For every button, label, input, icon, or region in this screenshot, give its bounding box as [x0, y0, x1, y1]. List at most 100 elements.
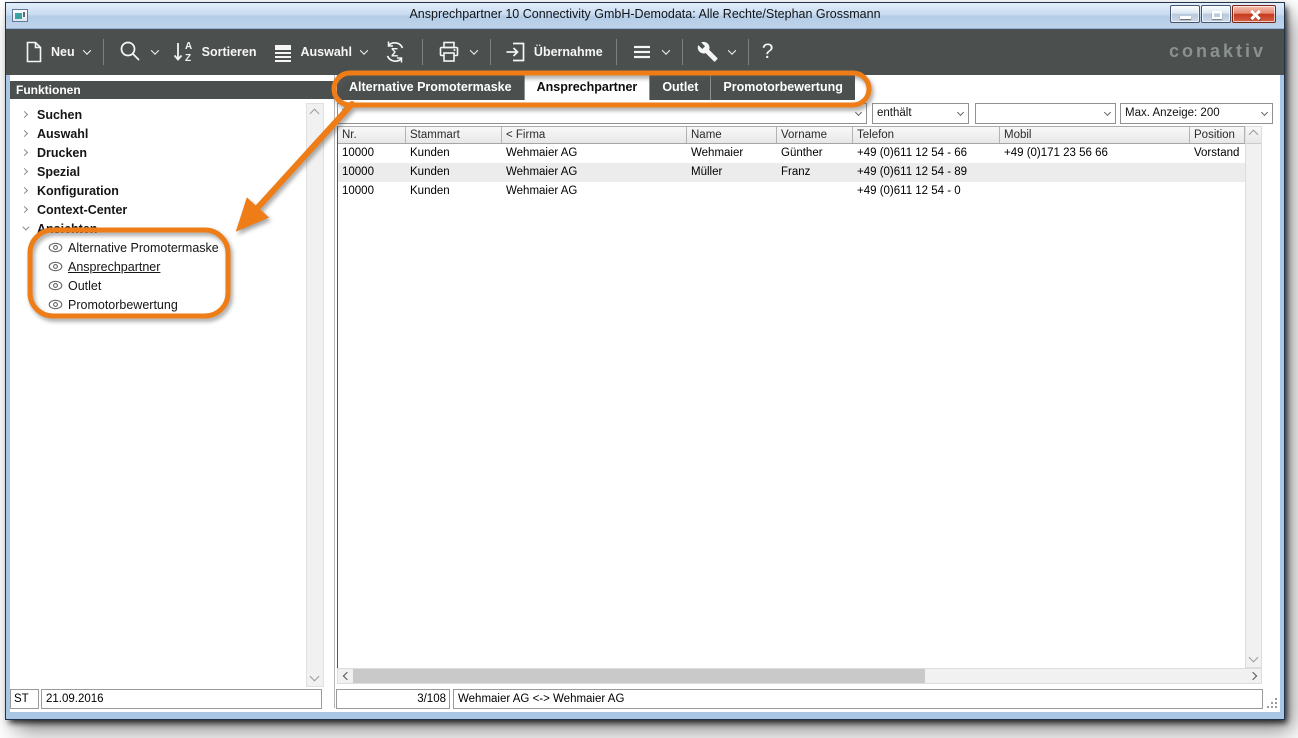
table-cell: Günther: [777, 144, 853, 163]
sidebar-section-ansichten[interactable]: Ansichten: [10, 219, 304, 238]
scroll-down-icon[interactable]: [1249, 653, 1259, 663]
chevron-down-icon: [360, 46, 368, 54]
max-display-dropdown[interactable]: Max. Anzeige: 200: [1120, 103, 1273, 124]
printer-icon: [436, 39, 462, 65]
column-header-firma[interactable]: < Firma: [502, 127, 687, 143]
table-cell: [1190, 163, 1245, 182]
column-header-name[interactable]: Name: [687, 127, 777, 143]
tab-alternative-promotermaske[interactable]: Alternative Promotermaske: [337, 75, 525, 100]
sidebar-view-outlet[interactable]: Outlet: [10, 276, 304, 295]
table-horizontal-scrollbar[interactable]: [337, 668, 1262, 684]
table-cell: [1000, 182, 1190, 201]
eye-icon: [48, 261, 63, 272]
record-count-field: 3/108: [336, 689, 450, 709]
table-cell: +49 (0)611 12 54 - 0: [853, 182, 1000, 201]
table-vertical-scrollbar[interactable]: [1245, 126, 1262, 668]
transfer-button[interactable]: Übernahme: [497, 36, 610, 68]
column-header-telefon[interactable]: Telefon: [853, 127, 1000, 143]
search-button[interactable]: [110, 35, 165, 69]
tab-outlet[interactable]: Outlet: [650, 75, 711, 100]
eye-icon: [48, 242, 63, 253]
table-row[interactable]: 10000KundenWehmaier AG+49 (0)611 12 54 -…: [338, 182, 1245, 201]
status-date-field: 21.09.2016: [41, 689, 322, 709]
view-tabs: Alternative PromotermaskeAnsprechpartner…: [337, 75, 855, 100]
minimize-button[interactable]: [1170, 5, 1200, 23]
svg-text:Z: Z: [185, 53, 191, 64]
table-cell: +49 (0)611 12 54 - 66: [853, 144, 1000, 163]
table-cell: Wehmaier AG: [502, 182, 687, 201]
help-button[interactable]: ?: [755, 36, 781, 68]
tab-promotorbewertung[interactable]: Promotorbewertung: [711, 75, 854, 100]
sidebar-section-spezial[interactable]: Spezial: [10, 162, 304, 181]
function-list: Suchen AuswahlDruckenSpezial Konfiguration…: [10, 105, 304, 314]
close-button[interactable]: [1232, 5, 1276, 23]
table-row[interactable]: 10000KundenWehmaier AGMüllerFranz+49 (0)…: [338, 163, 1245, 182]
sidebar-scrollbar[interactable]: [306, 103, 324, 687]
table-header-row: Nr.Stammart< FirmaNameVornameTelefonMobi…: [338, 126, 1245, 144]
sidebar-view-ansprechpartner[interactable]: Ansprechpartner: [10, 257, 304, 276]
sidebar-view-promotorbewertung[interactable]: Promotorbewertung: [10, 295, 304, 314]
svg-text:A: A: [185, 41, 192, 52]
help-icon: ?: [762, 40, 774, 64]
new-button[interactable]: Neu: [16, 36, 97, 68]
sidebar-view-alternative-promotermaske[interactable]: Alternative Promotermaske: [10, 238, 304, 257]
relation-status-field: Wehmaier AG <-> Wehmaier AG: [453, 689, 1263, 709]
chevron-right-icon: [21, 187, 28, 194]
filter-search-dropdown[interactable]: [975, 103, 1116, 124]
resize-grip[interactable]: [1266, 697, 1278, 709]
column-header-mobil[interactable]: Mobil: [1000, 127, 1190, 143]
sidebar-section-label: Suchen: [37, 108, 82, 122]
maximize-button[interactable]: [1201, 5, 1231, 23]
column-header-position[interactable]: Position: [1190, 127, 1245, 143]
selection-button[interactable]: Auswahl: [264, 36, 374, 68]
sidebar-section-label: Context-Center: [37, 203, 127, 217]
sidebar-view-label: Ansprechpartner: [68, 260, 160, 274]
scroll-left-icon[interactable]: [343, 672, 351, 680]
table-cell: [1190, 182, 1245, 201]
status-user-field: ST: [10, 689, 39, 709]
sort-button-label: Sortieren: [202, 45, 257, 59]
column-header-nr[interactable]: Nr.: [338, 127, 406, 143]
filter-row: * enthält Max. Anzeige: 200: [336, 103, 1280, 124]
refresh-sum-button[interactable]: Σ: [374, 34, 416, 70]
sidebar-view-label: Alternative Promotermaske: [68, 241, 219, 255]
scroll-up-icon[interactable]: [1249, 130, 1259, 140]
chevron-down-icon: [957, 109, 964, 116]
max-display-value: Max. Anzeige: 200: [1125, 107, 1220, 119]
tools-button[interactable]: [689, 36, 742, 68]
column-header-stammart[interactable]: Stammart: [406, 127, 502, 143]
toolbar-separator: [748, 39, 749, 65]
print-button[interactable]: [429, 35, 484, 69]
table-cell: 10000: [338, 144, 406, 163]
selection-button-label: Auswahl: [301, 45, 352, 59]
scroll-right-icon[interactable]: [1249, 672, 1257, 680]
filter-field-value: *: [342, 107, 346, 119]
main-area: Alternative PromotermaskeAnsprechpartner…: [336, 75, 1280, 708]
filter-operator-value: enthält: [877, 107, 912, 119]
sidebar-section-label: Konfiguration: [37, 184, 119, 198]
tab-ansprechpartner[interactable]: Ansprechpartner: [525, 75, 651, 100]
filter-operator-dropdown[interactable]: enthält: [872, 103, 969, 124]
toolbar-separator: [422, 39, 423, 65]
transfer-icon: [504, 40, 528, 64]
scroll-up-icon[interactable]: [310, 109, 320, 119]
sort-button[interactable]: A Z Sortieren: [165, 35, 264, 69]
table-cell: Kunden: [406, 182, 502, 201]
table-cell: Vorstand: [1190, 144, 1245, 163]
sidebar-section-konfiguration[interactable]: Konfiguration: [10, 181, 304, 200]
chevron-down-icon: [150, 46, 158, 54]
scrollbar-thumb[interactable]: [353, 669, 925, 683]
sidebar-section-suchen[interactable]: Suchen: [10, 105, 304, 124]
menu-button[interactable]: [623, 37, 676, 67]
sidebar-section-context-center[interactable]: Context-Center: [10, 200, 304, 219]
sidebar-section-drucken[interactable]: Drucken: [10, 143, 304, 162]
sidebar-section-auswahl[interactable]: Auswahl: [10, 124, 304, 143]
transfer-button-label: Übernahme: [534, 45, 603, 59]
filter-field-dropdown[interactable]: *: [337, 103, 867, 124]
scroll-down-icon[interactable]: [310, 672, 320, 682]
column-header-vorname[interactable]: Vorname: [777, 127, 853, 143]
table-row[interactable]: 10000KundenWehmaier AGWehmaierGünther+49…: [338, 144, 1245, 163]
toolbar-separator: [616, 39, 617, 65]
toolbar: Neu A Z Sortieren: [6, 29, 1284, 75]
sidebar-header: Funktionen: [10, 81, 334, 99]
